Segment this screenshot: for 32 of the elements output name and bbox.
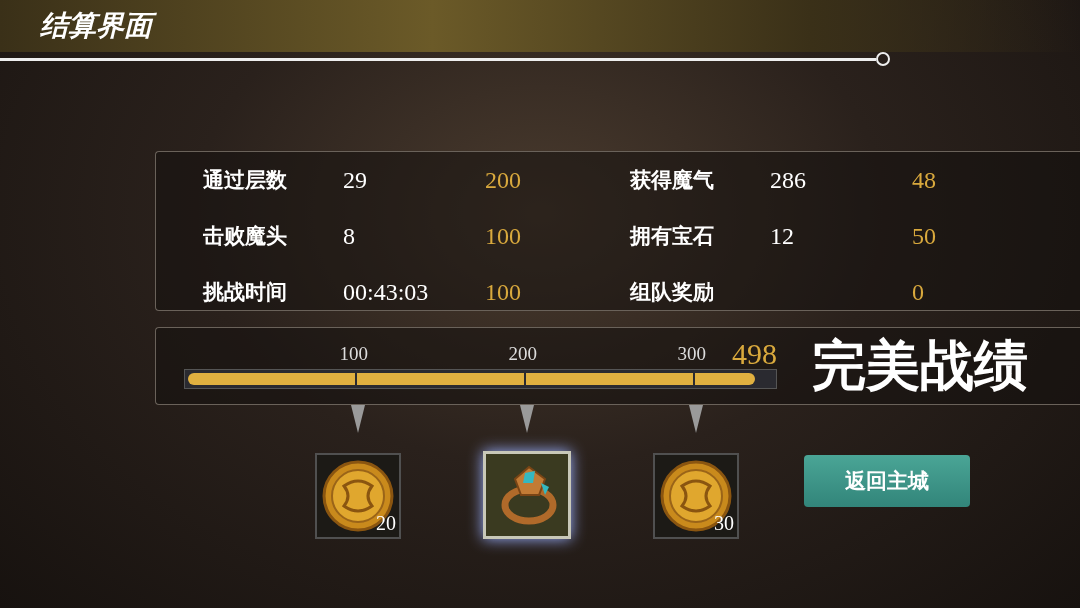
stat-score: 100 [485, 222, 522, 250]
tick-label: 300 [677, 343, 706, 365]
stat-value: 12 [770, 222, 795, 250]
item-count: 20 [376, 512, 396, 535]
screen-title: 结算界面 [38, 5, 158, 47]
stat-value: 8 [343, 222, 356, 250]
stat-label: 组队奖励 [630, 279, 715, 306]
stat-score: 48 [912, 166, 937, 194]
stat-label: 通过层数 [203, 167, 288, 194]
stat-score: 100 [485, 278, 522, 306]
stat-value: 286 [770, 166, 807, 194]
reward-slot[interactable] [483, 451, 571, 539]
rating-text: 完美战绩 [812, 334, 1028, 398]
stat-label: 挑战时间 [203, 279, 288, 306]
stat-score: 50 [912, 222, 937, 250]
stat-score: 200 [485, 166, 522, 194]
total-score: 498 [732, 337, 778, 371]
stat-label: 拥有宝石 [630, 223, 715, 250]
stat-score: 0 [912, 278, 925, 306]
reward-slot[interactable]: 20 [315, 453, 401, 539]
return-button[interactable]: 返回主城 [804, 455, 970, 507]
tick-label: 100 [339, 343, 368, 365]
stat-label: 击败魔头 [203, 223, 288, 250]
stat-value: 29 [343, 166, 368, 194]
stat-label: 获得魔气 [630, 167, 715, 194]
reward-slot[interactable]: 30 [653, 453, 739, 539]
item-count: 30 [714, 512, 734, 535]
stat-value: 00:43:03 [343, 278, 430, 306]
coin-icon [658, 458, 734, 534]
circle-icon [876, 52, 890, 66]
tick-label: 200 [508, 343, 537, 365]
coin-icon [320, 458, 396, 534]
